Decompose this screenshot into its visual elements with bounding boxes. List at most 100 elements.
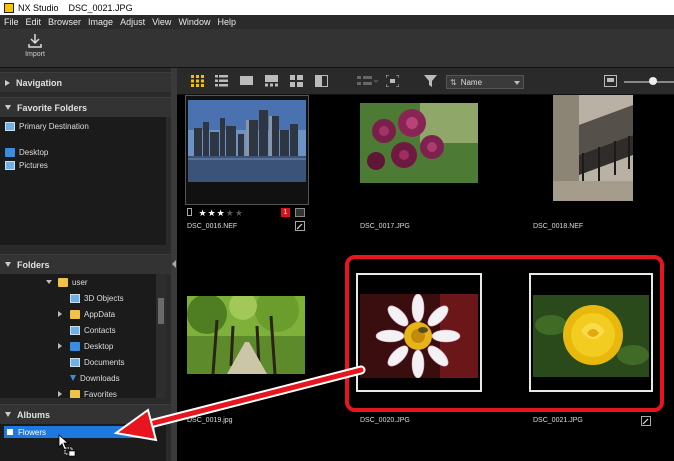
thumbnail-filename: DSC_0021.JPG [533, 417, 583, 424]
desktop-folder-icon [5, 147, 15, 157]
expand-arrow-icon [46, 280, 52, 284]
edited-pencil-icon [295, 221, 305, 231]
folder-tree-item[interactable]: Favorites [58, 387, 117, 398]
expanded-arrow-icon [5, 262, 11, 267]
scrollbar-thumb[interactable] [158, 298, 164, 324]
list-view-icon[interactable] [215, 75, 228, 87]
menu-file[interactable]: File [4, 17, 19, 27]
album-item-flowers[interactable]: Flowers [4, 426, 155, 438]
filter-icon[interactable] [424, 75, 437, 87]
rating-stars[interactable]: ★★★★★ [187, 208, 267, 218]
favorite-folders-header[interactable]: Favorite Folders [0, 97, 171, 117]
thumbnail-filename: DSC_0019.jpg [187, 417, 233, 424]
import-button[interactable]: Import [10, 33, 60, 65]
menu-edit[interactable]: Edit [26, 17, 42, 27]
favorite-item[interactable]: Pictures [5, 158, 48, 172]
folder-tree-item[interactable]: user [46, 275, 88, 289]
pictures-folder-icon [5, 160, 15, 170]
collapsed-arrow-icon [58, 343, 62, 349]
thumbnail-cell[interactable] [360, 103, 478, 183]
menu-browser[interactable]: Browser [48, 17, 81, 27]
expanded-arrow-icon [5, 105, 11, 110]
star-icon[interactable]: ★ [199, 208, 207, 218]
drag-cursor-icon [58, 434, 76, 457]
menu-adjust[interactable]: Adjust [120, 17, 145, 27]
thumbnail-filename: DSC_0020.JPG [360, 417, 410, 424]
star-icon[interactable]: ★ [217, 208, 225, 218]
albums-header[interactable]: Albums [0, 404, 171, 424]
thumbnail-filename: DSC_0016.NEF [187, 223, 238, 230]
menu-view[interactable]: View [152, 17, 171, 27]
documents-icon [70, 357, 80, 367]
navigation-header[interactable]: Navigation [0, 72, 171, 92]
park-bench-photo [553, 95, 633, 201]
folder-tree-item[interactable]: Contacts [70, 323, 116, 337]
collapsed-arrow-icon [58, 391, 62, 397]
main-toolbar-strip: Import [0, 29, 674, 68]
folders-pane: user 3D Objects AppData Contacts Desktop… [0, 274, 166, 398]
folders-header[interactable]: Folders [0, 254, 171, 274]
desktop-folder-icon [70, 341, 80, 351]
folder-icon [70, 309, 80, 319]
thumbnail-filename: DSC_0017.JPG [360, 223, 410, 230]
city-skyline-photo [188, 100, 306, 182]
thumbnail-size-icon[interactable] [604, 75, 617, 87]
star-icon[interactable]: ★ [235, 208, 243, 218]
filmstrip-view-icon[interactable] [265, 75, 278, 87]
folder-tree-item[interactable]: 3D Objects [70, 291, 124, 305]
thumbnail-cell[interactable] [187, 288, 305, 375]
star-icon[interactable]: ★ [208, 208, 216, 218]
left-panel: Navigation Favorite Folders Primary Dest… [0, 68, 171, 461]
favorite-item[interactable]: Desktop [5, 145, 48, 159]
favorites-pane: Primary Destination Desktop Pictures [0, 117, 166, 245]
drive-icon [5, 121, 15, 131]
collapsed-arrow-icon [58, 311, 62, 317]
folder-icon [58, 277, 68, 287]
import-icon [28, 34, 42, 48]
collapse-panel-icon[interactable] [172, 260, 176, 268]
menu-help[interactable]: Help [217, 17, 236, 27]
folder-tree-item[interactable]: AppData [58, 307, 115, 321]
roses-photo [360, 103, 478, 183]
browser-toolbar: ⇅ Name [177, 68, 674, 95]
compare-view-icon[interactable] [290, 75, 303, 87]
folders-scrollbar[interactable] [156, 274, 166, 398]
folder-tree-item[interactable]: Documents [70, 355, 124, 369]
expanded-arrow-icon [5, 412, 11, 417]
window-file-name: DSC_0021.JPG [68, 2, 133, 13]
before-after-view-icon[interactable] [315, 75, 328, 87]
sort-order-icon: ⇅ [450, 77, 457, 87]
xmp-sidecar-icon [295, 208, 305, 217]
favorite-item[interactable]: Primary Destination [5, 119, 89, 133]
downloads-arrow-icon [70, 375, 76, 381]
slider-knob[interactable] [649, 77, 657, 85]
tree-alley-photo [187, 288, 305, 375]
thumbnail-cell[interactable] [553, 95, 633, 201]
star-icon[interactable]: ★ [226, 208, 234, 218]
sort-select[interactable]: ⇅ Name [446, 75, 524, 89]
app-name: NX Studio [18, 2, 59, 13]
favorites-star-icon [70, 389, 80, 398]
collapsed-arrow-icon [5, 79, 10, 86]
import-label: Import [25, 51, 45, 58]
app-logo-icon [4, 2, 14, 13]
selection-highlight-outline [345, 255, 664, 412]
menu-window[interactable]: Window [178, 17, 210, 27]
contacts-icon [70, 325, 80, 335]
thumbnail-cell[interactable] [185, 95, 309, 205]
menu-image[interactable]: Image [88, 17, 113, 27]
chevron-down-icon [514, 81, 520, 85]
title-bar: NX Studio DSC_0021.JPG [0, 0, 674, 15]
album-icon [6, 428, 14, 436]
fit-to-screen-icon[interactable] [386, 75, 399, 87]
folder-tree-item[interactable]: Desktop [58, 339, 113, 353]
camera-icon [187, 208, 192, 216]
thumbnail-filename: DSC_0018.NEF [533, 223, 584, 230]
display-options-icon[interactable] [357, 75, 379, 87]
3d-objects-icon [70, 293, 80, 303]
thumbnail-grid-view-icon[interactable] [191, 75, 204, 87]
single-image-view-icon[interactable] [240, 75, 253, 87]
folder-tree-item[interactable]: Downloads [70, 371, 120, 385]
star-rating[interactable]: ★★★★★ [199, 208, 244, 218]
label-badge: 1 [281, 208, 290, 217]
